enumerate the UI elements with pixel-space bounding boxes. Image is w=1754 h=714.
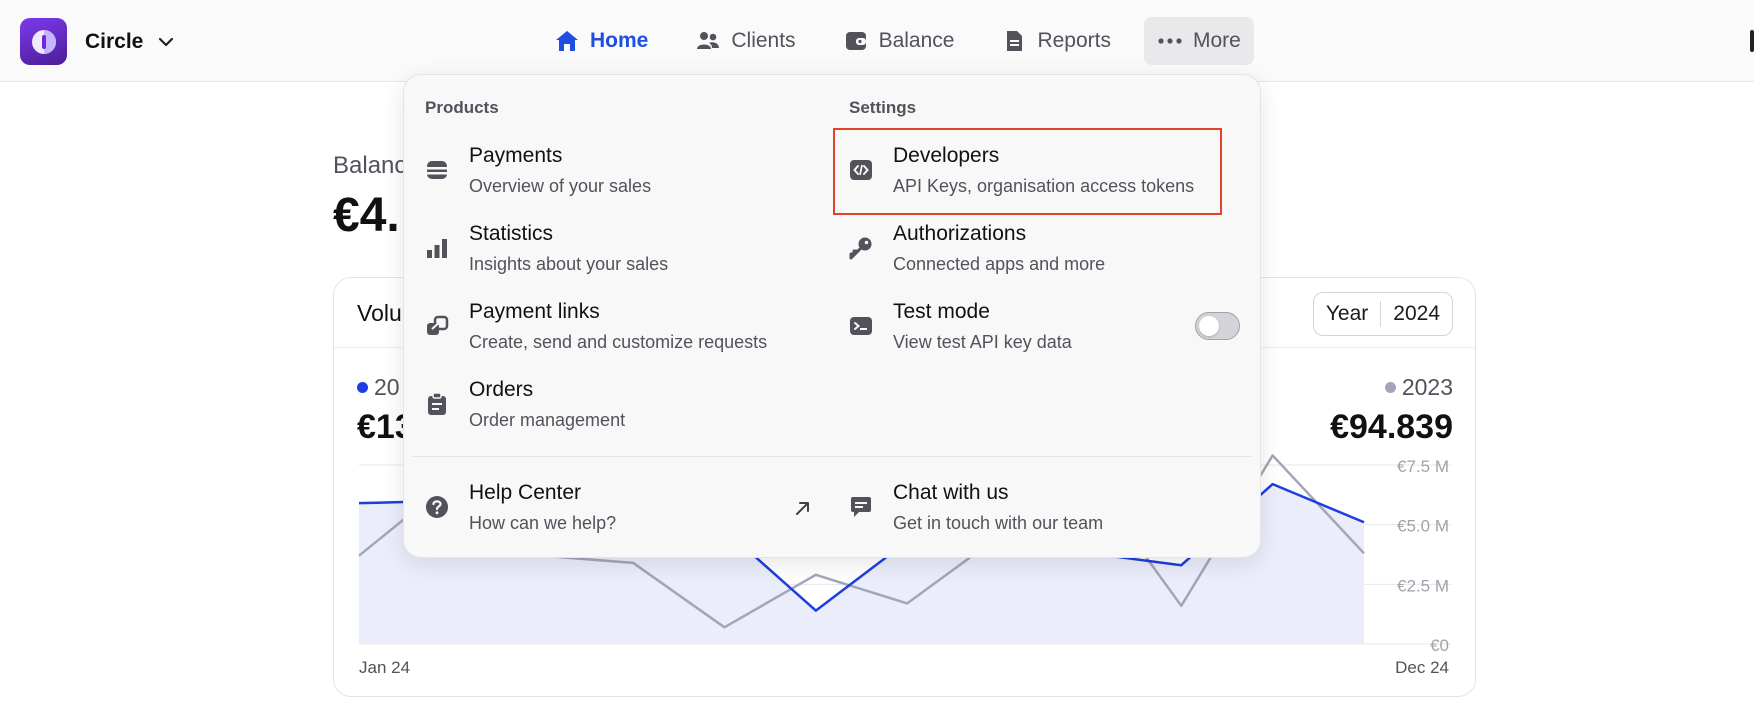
payments-desc: Overview of your sales	[469, 176, 652, 196]
bar-chart-icon	[423, 234, 451, 262]
statistics-desc: Insights about your sales	[469, 254, 669, 274]
toggle-knob	[1199, 316, 1219, 336]
org-switcher[interactable]: Circle	[20, 18, 175, 65]
nav-more[interactable]: More	[1143, 17, 1254, 65]
more-menu: Products Settings Payments Overview of y…	[403, 74, 1261, 558]
nav-clients[interactable]: Clients	[681, 17, 809, 65]
external-link-icon	[796, 502, 809, 515]
nav-balance-label: Balance	[878, 29, 955, 52]
y-tick-label: €7.5 M	[1397, 457, 1449, 476]
authorizations-desc: Connected apps and more	[893, 254, 1106, 274]
test-mode-title: Test mode	[893, 300, 990, 323]
nav-more-label: More	[1192, 29, 1241, 52]
y-tick-label: €0	[1430, 636, 1449, 655]
document-icon	[1001, 28, 1027, 54]
statistics-title: Statistics	[469, 222, 554, 245]
test-mode-desc: View test API key data	[893, 332, 1072, 352]
nav-home[interactable]: Home	[540, 17, 662, 65]
org-name: Circle	[85, 29, 144, 53]
question-icon	[423, 493, 451, 521]
nav-balance[interactable]: Balance	[829, 17, 969, 65]
wallet-icon	[843, 28, 869, 54]
payment-links-desc: Create, send and customize requests	[469, 332, 768, 352]
edge-mark	[1750, 30, 1754, 52]
orders-title: Orders	[469, 378, 534, 401]
menu-item-chat[interactable]: Chat with us Get in touch with our team	[847, 480, 1103, 535]
authorizations-title: Authorizations	[893, 222, 1027, 245]
terminal-icon	[847, 312, 875, 340]
nav-home-label: Home	[590, 29, 649, 52]
payment-links-title: Payment links	[469, 300, 600, 323]
key-icon	[847, 234, 875, 262]
chat-desc: Get in touch with our team	[893, 513, 1104, 533]
x-tick-label: Jan 24	[359, 658, 410, 677]
circle-logo-icon	[20, 18, 67, 65]
link-icon	[423, 312, 451, 340]
menu-divider	[413, 456, 1251, 457]
users-icon	[695, 28, 721, 54]
menu-item-statistics[interactable]: Statistics Insights about your sales	[423, 221, 668, 276]
y-tick-label: €5.0 M	[1397, 517, 1449, 536]
payments-title: Payments	[469, 144, 563, 167]
balance-amount: €4.	[333, 189, 400, 242]
menu-item-payment-links[interactable]: Payment links Create, send and customize…	[423, 299, 767, 354]
help-center-title: Help Center	[469, 481, 582, 504]
clipboard-icon	[423, 390, 451, 418]
chat-icon	[847, 493, 875, 521]
menu-item-help-center[interactable]: Help Center How can we help?	[423, 480, 616, 535]
chevron-down-icon	[157, 33, 175, 51]
y-tick-label: €2.5 M	[1397, 576, 1449, 595]
developers-highlight	[833, 128, 1222, 215]
x-tick-label: Dec 24	[1395, 658, 1449, 677]
top-bar: Circle Home Clients Balance Reports More	[0, 0, 1754, 82]
nav-reports-label: Reports	[1037, 29, 1111, 52]
payments-icon	[423, 156, 451, 184]
home-icon	[554, 28, 580, 54]
help-center-desc: How can we help?	[469, 513, 617, 533]
menu-item-authorizations[interactable]: Authorizations Connected apps and more	[847, 221, 1105, 276]
products-section-title: Products	[425, 98, 499, 117]
chat-title: Chat with us	[893, 481, 1009, 504]
main-nav: Home Clients Balance Reports More	[540, 17, 1273, 65]
menu-item-test-mode[interactable]: Test mode View test API key data	[847, 299, 1072, 354]
orders-desc: Order management	[469, 410, 626, 430]
menu-item-orders[interactable]: Orders Order management	[423, 377, 625, 432]
nav-reports[interactable]: Reports	[987, 17, 1125, 65]
ellipsis-icon	[1157, 28, 1183, 54]
menu-item-payments[interactable]: Payments Overview of your sales	[423, 143, 651, 198]
test-mode-toggle[interactable]	[1195, 312, 1240, 340]
nav-clients-label: Clients	[731, 29, 796, 52]
settings-section-title: Settings	[849, 98, 917, 117]
